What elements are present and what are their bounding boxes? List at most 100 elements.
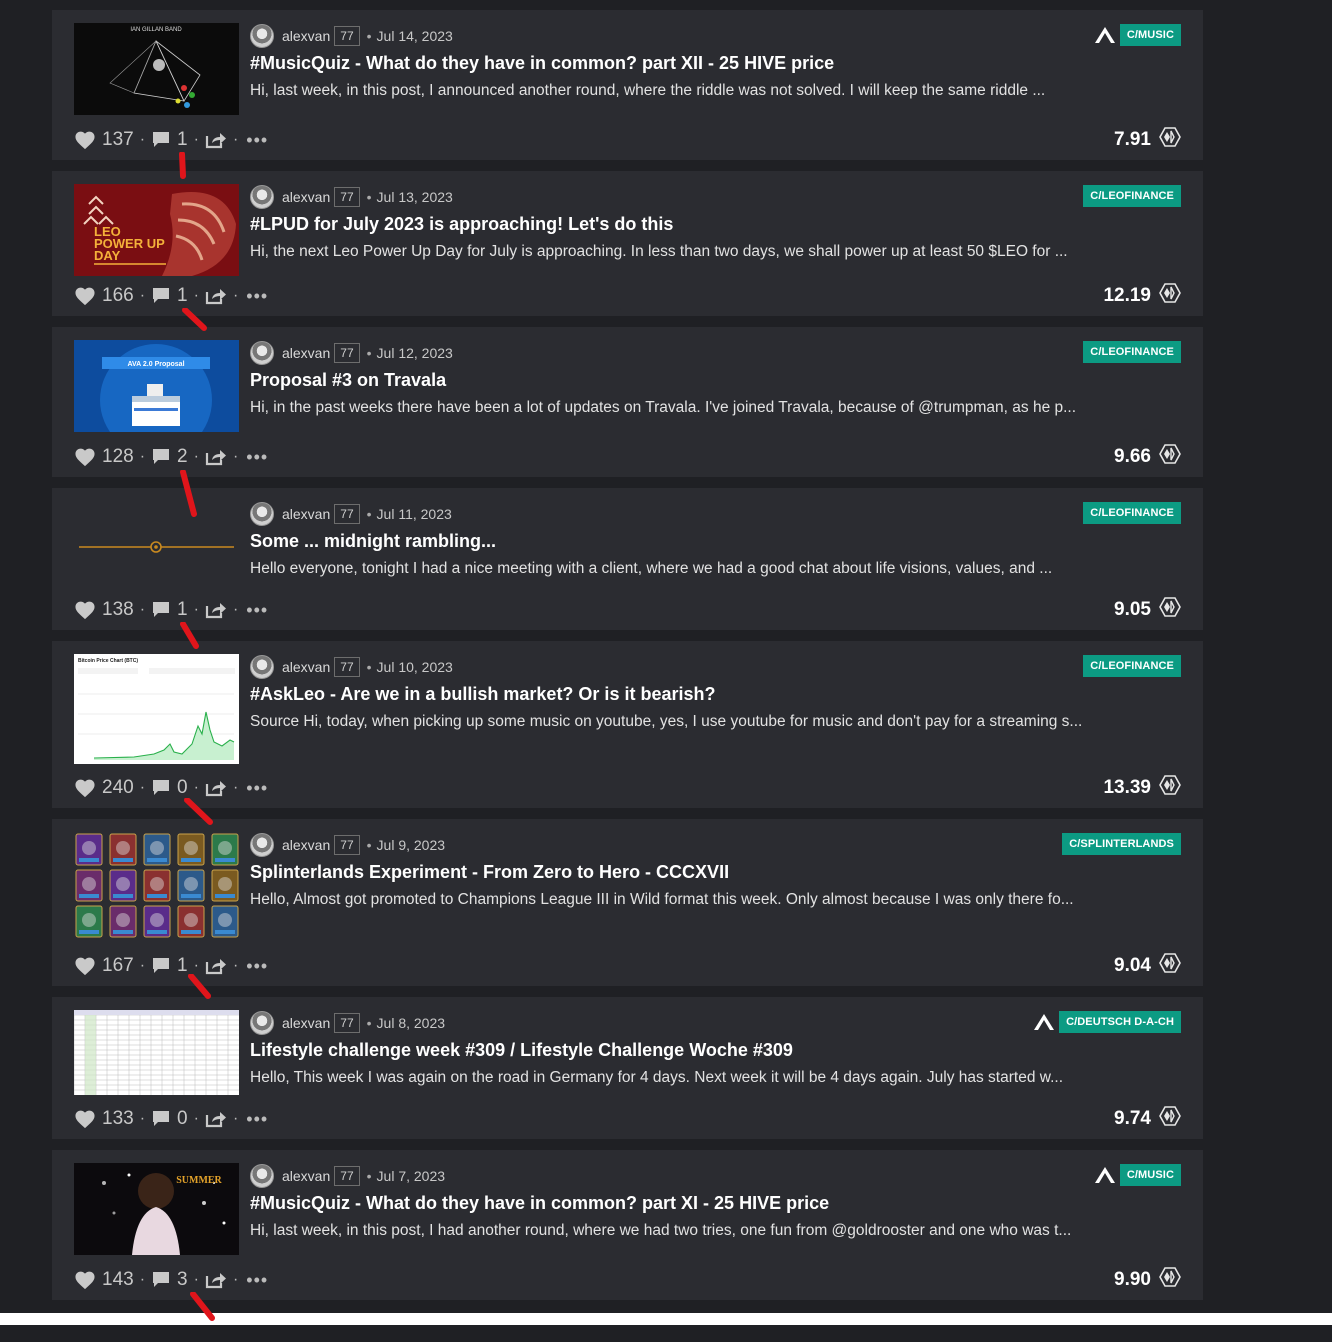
community-tag[interactable]: C/MUSIC: [1094, 24, 1181, 46]
author-name[interactable]: alexvan: [282, 1015, 330, 1031]
comment-count[interactable]: 1: [177, 129, 188, 151]
comment-count[interactable]: 0: [177, 777, 188, 799]
avatar[interactable]: [250, 185, 274, 209]
author-name[interactable]: alexvan: [282, 1168, 330, 1184]
comment-icon[interactable]: [151, 777, 171, 799]
author-name[interactable]: alexvan: [282, 506, 330, 522]
vote-count[interactable]: 240: [102, 777, 134, 799]
reblog-icon[interactable]: [205, 777, 227, 799]
post-card[interactable]: LEO POWER UP DAY alexvan 77 • Jul 13, 20…: [52, 171, 1203, 316]
comment-icon[interactable]: [151, 129, 171, 151]
avatar[interactable]: [250, 833, 274, 857]
community-tag[interactable]: C/MUSIC: [1094, 1164, 1181, 1186]
reblog-icon[interactable]: [205, 1269, 227, 1291]
post-thumbnail[interactable]: Bitcoin Price Chart (BTC): [74, 654, 239, 764]
community-badge[interactable]: C/LEOFINANCE: [1083, 185, 1181, 207]
reblog-icon[interactable]: [205, 446, 227, 468]
more-options-icon[interactable]: •••: [246, 600, 268, 621]
avatar[interactable]: [250, 24, 274, 48]
post-title[interactable]: #AskLeo - Are we in a bullish market? Or…: [250, 684, 1181, 705]
post-card[interactable]: alexvan 77 • Jul 8, 2023 C/DEUTSCH D-A-C…: [52, 997, 1203, 1139]
post-card[interactable]: alexvan 77 • Jul 11, 2023 C/LEOFINANCE S…: [52, 488, 1203, 630]
upvote-heart-icon[interactable]: [74, 1108, 96, 1130]
more-options-icon[interactable]: •••: [246, 447, 268, 468]
author-name[interactable]: alexvan: [282, 837, 330, 853]
post-thumbnail[interactable]: [74, 832, 239, 942]
post-thumbnail[interactable]: IAN GILLAN BAND: [74, 23, 239, 115]
post-card[interactable]: Bitcoin Price Chart (BTC) alexvan 77 • J…: [52, 641, 1203, 808]
payout[interactable]: 13.39: [1103, 774, 1181, 802]
post-title[interactable]: Some ... midnight rambling...: [250, 531, 1181, 552]
avatar[interactable]: [250, 655, 274, 679]
reblog-icon[interactable]: [205, 599, 227, 621]
upvote-heart-icon[interactable]: [74, 1269, 96, 1291]
post-card[interactable]: alexvan 77 • Jul 9, 2023 C/SPLINTERLANDS…: [52, 819, 1203, 986]
community-tag[interactable]: C/DEUTSCH D-A-CH: [1033, 1011, 1181, 1033]
post-thumbnail[interactable]: LEO POWER UP DAY: [74, 184, 239, 276]
vote-count[interactable]: 166: [102, 285, 134, 307]
reblog-icon[interactable]: [205, 129, 227, 151]
post-excerpt[interactable]: Hello everyone, tonight I had a nice mee…: [250, 560, 1181, 578]
post-excerpt[interactable]: Hello, Almost got promoted to Champions …: [250, 891, 1181, 909]
author-name[interactable]: alexvan: [282, 659, 330, 675]
payout[interactable]: 12.19: [1103, 282, 1181, 310]
post-thumbnail[interactable]: [74, 1010, 239, 1095]
payout-value[interactable]: 12.19: [1103, 285, 1151, 307]
more-options-icon[interactable]: •••: [246, 778, 268, 799]
comment-count[interactable]: 1: [177, 285, 188, 307]
avatar[interactable]: [250, 1011, 274, 1035]
vote-count[interactable]: 133: [102, 1108, 134, 1130]
post-excerpt[interactable]: Source Hi, today, when picking up some m…: [250, 713, 1181, 731]
upvote-heart-icon[interactable]: [74, 777, 96, 799]
payout[interactable]: 9.05: [1114, 596, 1181, 624]
more-options-icon[interactable]: •••: [246, 1109, 268, 1130]
post-title[interactable]: Splinterlands Experiment - From Zero to …: [250, 862, 1181, 883]
vote-count[interactable]: 143: [102, 1269, 134, 1291]
avatar[interactable]: [250, 341, 274, 365]
comment-icon[interactable]: [151, 285, 171, 307]
post-card[interactable]: SUMMER alexvan 77 • Jul 7, 2023 C/MUSIC …: [52, 1150, 1203, 1300]
payout[interactable]: 9.04: [1114, 952, 1181, 980]
payout[interactable]: 7.91: [1114, 126, 1181, 154]
community-badge[interactable]: C/LEOFINANCE: [1083, 655, 1181, 677]
post-title[interactable]: #LPUD for July 2023 is approaching! Let'…: [250, 214, 1181, 235]
vote-count[interactable]: 137: [102, 129, 134, 151]
community-badge[interactable]: C/SPLINTERLANDS: [1062, 833, 1181, 855]
community-tag[interactable]: C/SPLINTERLANDS: [1062, 833, 1181, 855]
author-name[interactable]: alexvan: [282, 345, 330, 361]
reblog-icon[interactable]: [205, 1108, 227, 1130]
upvote-heart-icon[interactable]: [74, 599, 96, 621]
comment-icon[interactable]: [151, 955, 171, 977]
more-options-icon[interactable]: •••: [246, 956, 268, 977]
community-badge[interactable]: C/DEUTSCH D-A-CH: [1059, 1011, 1181, 1033]
post-title[interactable]: Lifestyle challenge week #309 / Lifestyl…: [250, 1040, 1181, 1061]
comment-icon[interactable]: [151, 1269, 171, 1291]
community-tag[interactable]: C/LEOFINANCE: [1083, 185, 1181, 207]
community-tag[interactable]: C/LEOFINANCE: [1083, 341, 1181, 363]
post-thumbnail[interactable]: [74, 501, 239, 593]
vote-count[interactable]: 128: [102, 446, 134, 468]
payout[interactable]: 9.74: [1114, 1105, 1181, 1133]
post-excerpt[interactable]: Hello, This week I was again on the road…: [250, 1069, 1181, 1087]
post-card[interactable]: AVA 2.0 Proposal alexvan 77 • Jul 12, 20…: [52, 327, 1203, 477]
payout-value[interactable]: 7.91: [1114, 129, 1151, 151]
reblog-icon[interactable]: [205, 955, 227, 977]
post-title[interactable]: #MusicQuiz - What do they have in common…: [250, 53, 1181, 74]
post-title[interactable]: Proposal #3 on Travala: [250, 370, 1181, 391]
community-tag[interactable]: C/LEOFINANCE: [1083, 655, 1181, 677]
post-excerpt[interactable]: Hi, in the past weeks there have been a …: [250, 399, 1181, 417]
comment-count[interactable]: 3: [177, 1269, 188, 1291]
community-badge[interactable]: C/MUSIC: [1119, 1164, 1181, 1186]
payout-value[interactable]: 9.04: [1114, 955, 1151, 977]
comment-icon[interactable]: [151, 1108, 171, 1130]
payout[interactable]: 9.66: [1114, 443, 1181, 471]
avatar[interactable]: [250, 1164, 274, 1188]
comment-count[interactable]: 2: [177, 446, 188, 468]
payout-value[interactable]: 9.74: [1114, 1108, 1151, 1130]
comment-count[interactable]: 1: [177, 599, 188, 621]
more-options-icon[interactable]: •••: [246, 130, 268, 151]
community-tag[interactable]: C/LEOFINANCE: [1083, 502, 1181, 524]
post-thumbnail[interactable]: AVA 2.0 Proposal: [74, 340, 239, 432]
author-name[interactable]: alexvan: [282, 28, 330, 44]
post-thumbnail[interactable]: SUMMER: [74, 1163, 239, 1255]
